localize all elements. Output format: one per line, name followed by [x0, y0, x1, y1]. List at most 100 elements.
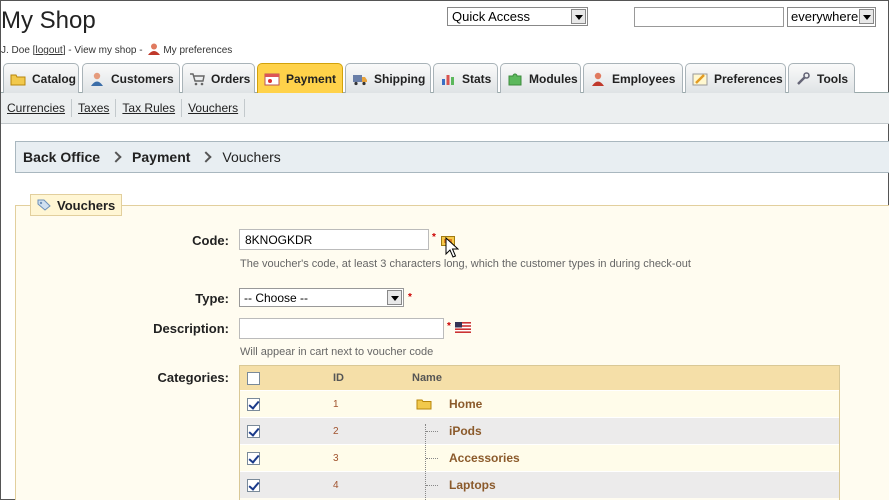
view-shop-link[interactable]: ] - View my shop - — [63, 45, 143, 56]
category-id: 3 — [333, 452, 339, 464]
breadcrumb-back-office[interactable]: Back Office — [23, 149, 100, 165]
search-scope-select[interactable]: everywhere — [787, 7, 876, 27]
category-id: 1 — [333, 398, 339, 410]
chevron-down-icon[interactable] — [571, 9, 586, 24]
mouse-cursor-icon — [445, 237, 459, 258]
payment-subnav: Currencies Taxes Tax Rules Vouchers — [1, 93, 889, 124]
preferences-icon — [692, 73, 708, 85]
tab-label: Customers — [111, 71, 174, 86]
main-tabs: Catalog Customers Orders Payment Shippin… — [1, 63, 889, 94]
tab-label: Modules — [529, 71, 578, 86]
subnav-vouchers[interactable]: Vouchers — [182, 99, 246, 117]
tab-label: Shipping — [374, 71, 426, 86]
tree-line — [425, 424, 426, 500]
tab-stats[interactable]: Stats — [433, 63, 498, 93]
column-name: Name — [412, 372, 442, 384]
tab-employees[interactable]: Employees — [583, 63, 683, 93]
folder-icon — [10, 74, 26, 85]
code-label: Code: — [192, 233, 229, 248]
breadcrumb: Back Office Payment Vouchers — [15, 141, 889, 173]
required-mark: * — [447, 321, 451, 332]
category-name[interactable]: Home — [449, 397, 482, 411]
employee-icon — [592, 72, 604, 86]
my-preferences-link[interactable]: My preferences — [163, 45, 232, 56]
category-name[interactable]: Laptops — [449, 478, 496, 492]
voucher-description-input[interactable] — [239, 318, 444, 339]
voucher-code-input[interactable]: 8KNOGKDR — [239, 229, 429, 250]
shop-title: My Shop — [1, 7, 96, 34]
category-id: 2 — [333, 425, 339, 437]
breadcrumb-payment[interactable]: Payment — [132, 149, 190, 165]
category-name[interactable]: Accessories — [449, 451, 520, 465]
voucher-type-select[interactable]: -- Choose -- — [239, 288, 404, 307]
tree-branch — [426, 458, 438, 459]
category-checkbox[interactable] — [247, 451, 260, 465]
table-row: 1 Home — [240, 390, 839, 417]
truck-icon — [353, 74, 367, 85]
folder-open-icon — [416, 399, 432, 410]
table-header: ID Name — [240, 366, 839, 390]
tab-modules[interactable]: Modules — [500, 63, 581, 93]
categories-label: Categories: — [157, 370, 229, 385]
logout-link[interactable]: logout — [35, 45, 62, 56]
subnav-taxes[interactable]: Taxes — [72, 99, 117, 117]
type-select-value: -- Choose -- — [244, 291, 309, 305]
fieldset-legend: Vouchers — [30, 194, 123, 216]
payment-icon — [264, 73, 280, 86]
table-row: 2 iPods — [240, 417, 839, 444]
customer-icon — [91, 72, 103, 86]
cart-icon — [190, 72, 205, 85]
legend-label: Vouchers — [57, 197, 116, 213]
subnav-tax-rules[interactable]: Tax Rules — [116, 99, 183, 117]
user-name: J. Doe [ — [1, 45, 36, 56]
breadcrumb-vouchers: Vouchers — [222, 149, 281, 165]
tab-label: Tools — [817, 71, 849, 86]
tab-tools[interactable]: Tools — [788, 63, 855, 93]
chevron-down-icon[interactable] — [859, 9, 874, 24]
search-input[interactable] — [634, 7, 784, 27]
category-checkbox[interactable] — [247, 478, 260, 492]
tab-customers[interactable]: Customers — [82, 63, 180, 93]
select-all-checkbox[interactable] — [247, 371, 260, 385]
tab-label: Stats — [462, 71, 492, 86]
subnav-currencies[interactable]: Currencies — [1, 99, 73, 117]
category-name[interactable]: iPods — [449, 424, 482, 438]
categories-table: ID Name 1 Home 2 iPods 3 Accessories 4 L… — [239, 365, 840, 500]
category-checkbox[interactable] — [247, 424, 260, 438]
chevron-down-icon[interactable] — [387, 290, 402, 305]
tab-shipping[interactable]: Shipping — [345, 63, 431, 93]
type-label: Type: — [195, 291, 229, 306]
tab-catalog[interactable]: Catalog — [3, 63, 79, 93]
tree-branch — [426, 485, 438, 486]
tab-label: Employees — [612, 71, 676, 86]
tab-preferences[interactable]: Preferences — [685, 63, 786, 93]
puzzle-icon — [508, 73, 522, 85]
tab-orders[interactable]: Orders — [182, 63, 255, 93]
code-hint: The voucher's code, at least 3 character… — [240, 258, 691, 270]
description-hint: Will appear in cart next to voucher code — [240, 346, 434, 358]
column-id: ID — [333, 372, 344, 384]
description-label: Description: — [153, 321, 229, 336]
tree-branch — [426, 431, 438, 432]
tab-payment[interactable]: Payment — [257, 63, 343, 94]
required-mark: * — [408, 292, 412, 303]
required-mark: * — [432, 232, 436, 243]
user-line: J. Doe [logout] - View my shop - My pref… — [1, 43, 232, 56]
chevron-right-icon — [202, 151, 210, 163]
tab-label: Orders — [211, 71, 251, 86]
quick-access-select[interactable]: Quick Access — [447, 7, 588, 26]
wrench-icon — [797, 71, 810, 85]
search-scope-value: everywhere — [791, 9, 859, 24]
chart-icon — [442, 74, 454, 85]
quick-access-value: Quick Access — [452, 9, 531, 24]
tab-label: Preferences — [714, 71, 783, 86]
table-row: 4 Laptops — [240, 471, 839, 498]
tab-label: Catalog — [32, 71, 77, 86]
us-flag-icon[interactable] — [455, 322, 471, 333]
voucher-tag-icon — [37, 199, 51, 211]
chevron-right-icon — [112, 151, 120, 163]
tab-label: Payment — [286, 72, 337, 86]
user-preferences-icon — [148, 43, 161, 55]
category-checkbox[interactable] — [247, 397, 260, 411]
category-id: 4 — [333, 479, 339, 491]
